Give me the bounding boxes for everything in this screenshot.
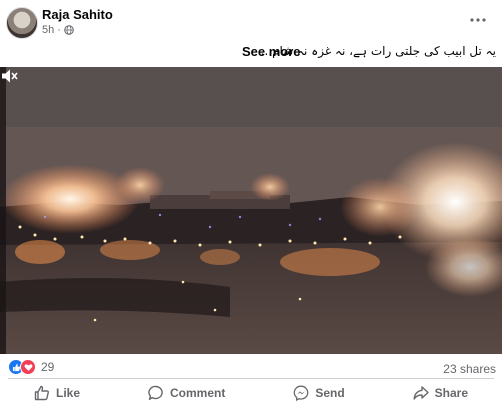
share-button[interactable]: Share	[403, 381, 478, 405]
action-bar: Like Comment Send Share	[0, 380, 502, 406]
share-label: Share	[434, 386, 468, 400]
reaction-count: 29	[41, 360, 55, 374]
divider	[8, 378, 494, 379]
send-button[interactable]: Send	[283, 381, 354, 405]
comment-icon	[148, 385, 163, 400]
thumbs-up-icon	[34, 385, 49, 401]
more-options-button[interactable]	[466, 8, 490, 32]
like-label: Like	[55, 386, 80, 400]
more-options-icon	[470, 18, 486, 22]
video-frame	[0, 67, 502, 354]
post-time[interactable]: 5h	[42, 24, 54, 36]
post-meta: 5h ·	[42, 24, 74, 36]
share-icon	[413, 386, 429, 400]
video-player[interactable]	[0, 67, 502, 354]
post-caption: See more یہ تل ابیب کی جلتی رات ہے، نہ غ…	[0, 40, 502, 62]
post-stats: 29 23 shares	[0, 356, 502, 378]
reactions-summary[interactable]: 29	[8, 359, 54, 375]
shares-count[interactable]: 23 shares	[443, 362, 496, 376]
comment-label: Comment	[169, 386, 226, 400]
messenger-icon	[293, 385, 309, 401]
love-icon	[20, 359, 36, 375]
avatar[interactable]	[6, 7, 38, 39]
caption-text: یہ تل ابیب کی جلتی رات ہے، نہ غزہ نہ شام…	[260, 44, 496, 58]
send-label: Send	[315, 386, 345, 400]
author-name[interactable]: Raja Sahito	[42, 7, 113, 22]
globe-icon	[64, 25, 74, 35]
sound-off-icon[interactable]	[0, 67, 18, 85]
post-header: Raja Sahito 5h ·	[0, 0, 502, 42]
like-button[interactable]: Like	[24, 381, 90, 405]
comment-button[interactable]: Comment	[138, 381, 235, 405]
